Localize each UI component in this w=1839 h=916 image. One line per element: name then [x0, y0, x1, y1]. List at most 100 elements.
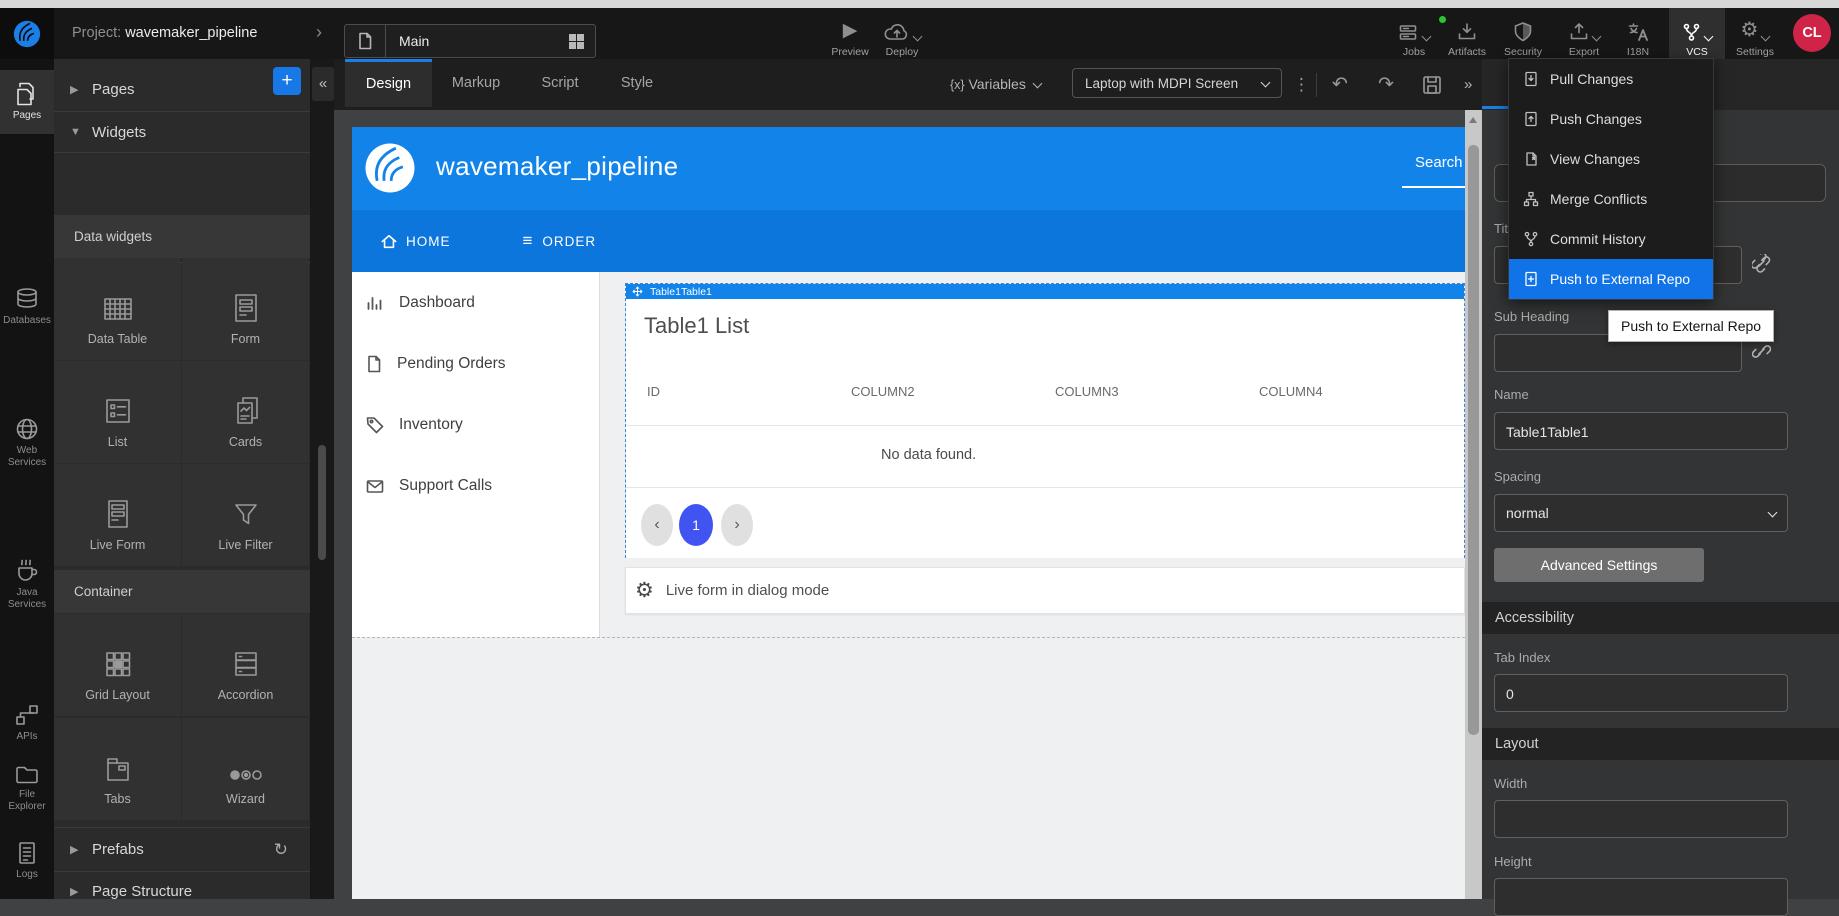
- selected-table-widget[interactable]: Table1Table1 Table1 List ID COLUMN2 COLU…: [625, 283, 1465, 558]
- expand-right-icon: ▶: [54, 885, 92, 898]
- prefabs-section-row[interactable]: ▶ Prefabs ↻: [54, 827, 310, 872]
- rail-item-java-services[interactable]: Java Services: [0, 557, 54, 611]
- column-header[interactable]: COLUMN2: [851, 384, 915, 399]
- open-page-tab-main[interactable]: Main: [344, 24, 596, 58]
- menu-item-merge-conflicts[interactable]: Merge Conflicts: [1509, 179, 1713, 219]
- chevron-down-icon: [1032, 79, 1042, 89]
- pagination-page-1[interactable]: 1: [679, 504, 713, 546]
- jobs-button[interactable]: Jobs: [1386, 18, 1442, 58]
- logs-document-icon: [0, 841, 54, 865]
- expand-right-panel-button[interactable]: »: [1464, 59, 1472, 110]
- pagination-next-button[interactable]: ›: [721, 504, 753, 546]
- refresh-icon[interactable]: ↻: [274, 840, 288, 860]
- spacing-select[interactable]: normal: [1494, 494, 1788, 532]
- user-avatar[interactable]: CL: [1793, 14, 1831, 52]
- pages-grid-icon[interactable]: [569, 34, 584, 49]
- menu-item-push-changes[interactable]: Push Changes: [1509, 99, 1713, 139]
- tab-index-input[interactable]: 0: [1494, 674, 1788, 712]
- widget-tile-live-form[interactable]: Live Form: [54, 464, 181, 566]
- security-button[interactable]: Security: [1495, 18, 1551, 58]
- device-selector[interactable]: Laptop with MDPI Screen: [1072, 68, 1282, 98]
- rail-item-pages[interactable]: Pages: [0, 70, 54, 134]
- cards-icon: [182, 361, 309, 427]
- vcs-button[interactable]: VCS: [1669, 8, 1725, 59]
- widgets-section-row[interactable]: ▼ Widgets: [54, 112, 310, 153]
- tab-style[interactable]: Style: [600, 59, 674, 107]
- variables-button[interactable]: {x} Variables: [950, 59, 1041, 110]
- page-footer-boundary: [352, 637, 1465, 638]
- live-form-dialog-widget[interactable]: ⚙ Live form in dialog mode: [625, 567, 1465, 614]
- layout-section-header[interactable]: Layout: [1482, 728, 1839, 760]
- widget-tile-tabs[interactable]: Tabs: [54, 718, 181, 820]
- tab-design[interactable]: Design: [345, 59, 432, 107]
- scrollbar-up-arrow[interactable]: [1469, 117, 1477, 123]
- undo-button[interactable]: ↶: [1332, 59, 1348, 110]
- redo-button[interactable]: ↷: [1378, 59, 1394, 110]
- settings-button[interactable]: ⚙ Settings: [1727, 18, 1783, 58]
- collapse-panel-button[interactable]: «: [312, 67, 334, 101]
- app-navbar: HOME ≡ ORDER: [352, 210, 1465, 272]
- tab-script[interactable]: Script: [520, 59, 600, 107]
- sidebar-item-inventory[interactable]: Inventory: [366, 416, 463, 434]
- nav-item-home[interactable]: HOME: [381, 234, 451, 249]
- advanced-settings-button[interactable]: Advanced Settings: [1494, 548, 1704, 582]
- merge-conflicts-icon: [1523, 191, 1539, 207]
- column-header[interactable]: ID: [647, 384, 660, 399]
- widget-tile-live-filter[interactable]: Live Filter: [182, 464, 309, 566]
- menu-item-commit-history[interactable]: Commit History: [1509, 219, 1713, 259]
- rail-item-file-explorer[interactable]: File Explorer: [0, 765, 54, 813]
- rail-item-apis[interactable]: APIs: [0, 703, 54, 743]
- add-page-button[interactable]: +: [273, 67, 301, 95]
- panel-scrollbar-thumb[interactable]: [318, 445, 326, 560]
- sidebar-item-support-calls[interactable]: Support Calls: [366, 477, 492, 495]
- rail-item-databases[interactable]: Databases: [0, 287, 54, 327]
- move-icon[interactable]: [632, 286, 643, 297]
- rail-item-web-services[interactable]: Web Services: [0, 417, 54, 469]
- tab-markup[interactable]: Markup: [432, 59, 520, 107]
- name-input[interactable]: Table1Table1: [1494, 412, 1788, 450]
- bind-link-icon[interactable]: [1752, 254, 1771, 273]
- pagination-prev-button[interactable]: ‹: [641, 504, 673, 546]
- save-button[interactable]: [1422, 59, 1442, 110]
- coffee-cup-icon: [0, 557, 54, 583]
- scrollbar-thumb[interactable]: [1468, 145, 1479, 735]
- sub-heading-label: Sub Heading: [1494, 309, 1569, 324]
- widget-tile-cards[interactable]: Cards: [182, 361, 309, 463]
- artifacts-button[interactable]: Artifacts: [1439, 18, 1495, 58]
- accessibility-section-header[interactable]: Accessibility: [1482, 602, 1839, 634]
- nav-item-order[interactable]: ≡ ORDER: [523, 231, 597, 251]
- project-name: wavemaker_pipeline: [125, 25, 257, 41]
- canvas-scrollbar[interactable]: [1465, 110, 1482, 899]
- app-search-link[interactable]: Search: [1415, 154, 1463, 171]
- menu-item-view-changes[interactable]: View Changes: [1509, 139, 1713, 179]
- deploy-button[interactable]: Deploy: [874, 18, 930, 58]
- export-button[interactable]: Export: [1556, 18, 1612, 58]
- widget-tile-grid-layout[interactable]: Grid Layout: [54, 614, 181, 716]
- column-header[interactable]: COLUMN4: [1259, 384, 1323, 399]
- i18n-button[interactable]: I18N: [1610, 18, 1666, 58]
- widget-selection-bar[interactable]: Table1Table1: [626, 284, 1464, 299]
- widget-tile-accordion[interactable]: Accordion: [182, 614, 309, 716]
- sidebar-item-pending-orders[interactable]: Pending Orders: [366, 355, 506, 373]
- page-tab-label: Main: [386, 33, 569, 49]
- rail-item-logs[interactable]: Logs: [0, 841, 54, 881]
- page-structure-section-row[interactable]: ▶ Page Structure: [54, 871, 310, 899]
- pages-section-row[interactable]: ▶ Pages: [54, 67, 310, 112]
- widget-tile-wizard[interactable]: Wizard: [182, 718, 309, 820]
- height-input[interactable]: [1494, 878, 1788, 916]
- app-page-header[interactable]: wavemaker_pipeline Search: [352, 127, 1465, 210]
- bind-link-icon[interactable]: [1752, 342, 1771, 361]
- width-input[interactable]: [1494, 800, 1788, 838]
- more-options-icon[interactable]: ⋮: [1293, 59, 1310, 110]
- sidebar-item-dashboard[interactable]: Dashboard: [366, 294, 475, 312]
- widget-tile-form[interactable]: Form: [182, 258, 309, 360]
- preview-button[interactable]: ▶ Preview: [822, 18, 878, 58]
- widget-tile-data-table[interactable]: Data Table: [54, 258, 181, 360]
- menu-item-push-to-external-repo[interactable]: Push to External Repo: [1509, 259, 1713, 299]
- envelope-icon: [366, 479, 384, 494]
- widget-tile-list[interactable]: List: [54, 361, 181, 463]
- menu-item-pull-changes[interactable]: Pull Changes: [1509, 59, 1713, 99]
- grid-layout-icon: [54, 614, 181, 680]
- column-header[interactable]: COLUMN3: [1055, 384, 1119, 399]
- wavemaker-logo[interactable]: [0, 8, 54, 59]
